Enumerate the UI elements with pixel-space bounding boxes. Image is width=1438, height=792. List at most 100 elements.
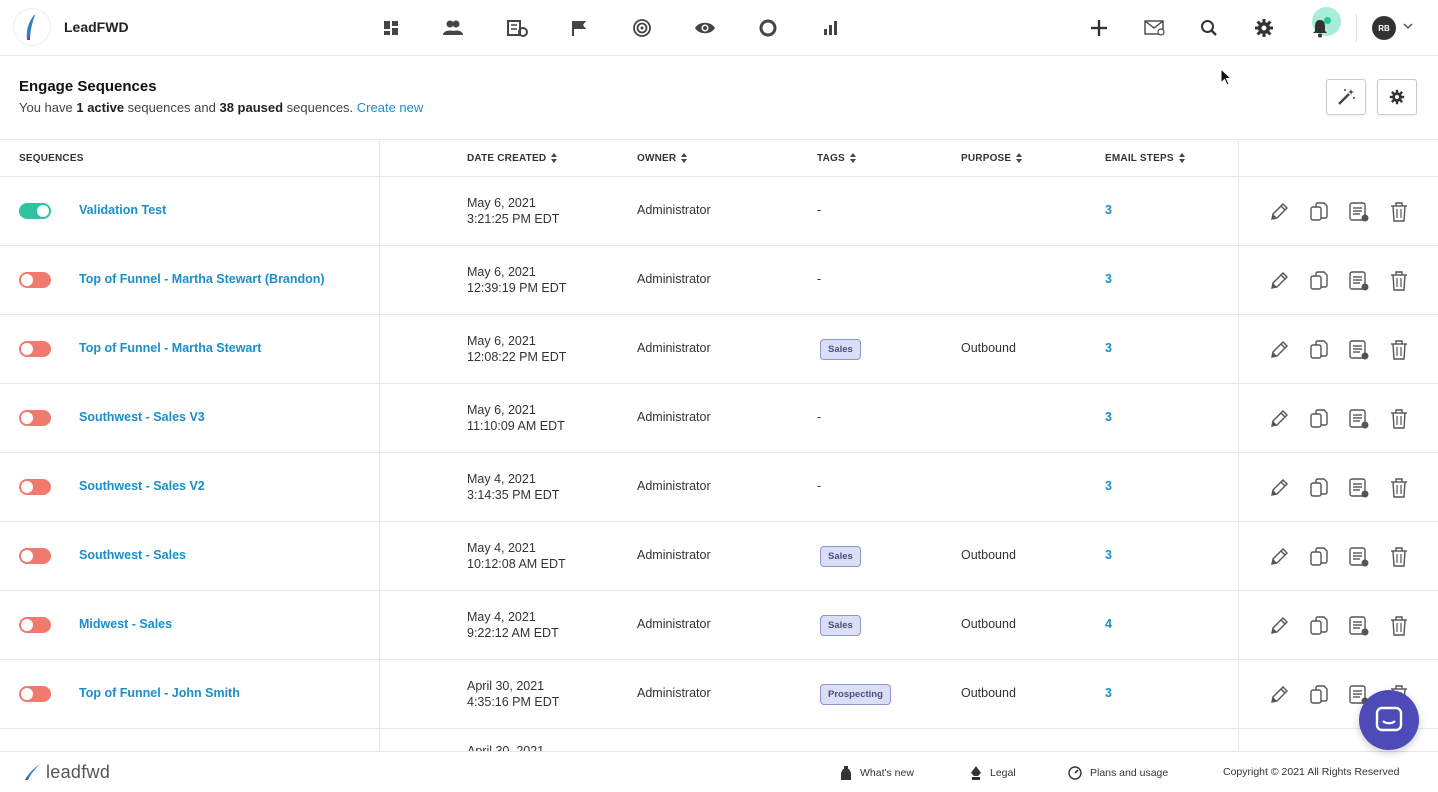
duplicate-copy-icon[interactable]	[1307, 338, 1331, 362]
sequence-name-link[interactable]: Southwest - Sales	[79, 548, 186, 562]
sequence-active-toggle[interactable]	[19, 686, 51, 702]
bell-icon[interactable]	[1308, 16, 1332, 40]
sequence-active-toggle[interactable]	[19, 272, 51, 288]
duplicate-copy-icon[interactable]	[1307, 683, 1331, 707]
duplicate-copy-icon[interactable]	[1307, 545, 1331, 569]
sequence-name-link[interactable]: Southwest - Sales V2	[79, 479, 205, 493]
sequence-name-link[interactable]: Validation Test	[79, 203, 166, 217]
delete-trash-icon[interactable]	[1387, 407, 1411, 431]
sort-icon[interactable]	[551, 153, 558, 163]
sort-icon[interactable]	[681, 153, 688, 163]
tag-badge: Sales	[820, 615, 861, 636]
duplicate-copy-icon[interactable]	[1307, 269, 1331, 293]
email-steps-link[interactable]: 3	[1105, 548, 1112, 562]
duplicate-copy-icon[interactable]	[1307, 476, 1331, 500]
delete-trash-icon[interactable]	[1387, 269, 1411, 293]
sequence-name-link[interactable]: Top of Funnel - John Smith	[79, 686, 240, 700]
email-steps-link[interactable]: 3	[1105, 686, 1112, 700]
column-header-tags[interactable]: TAGS	[817, 140, 856, 176]
toggle-knob	[21, 688, 33, 700]
delete-trash-icon[interactable]	[1387, 545, 1411, 569]
companies-icon[interactable]	[506, 16, 530, 40]
sequence-active-toggle[interactable]	[19, 617, 51, 633]
search-icon[interactable]	[1197, 16, 1221, 40]
create-new-link[interactable]: Create new	[357, 100, 423, 115]
tag-badge: Sales	[820, 339, 861, 360]
report-icon[interactable]	[1347, 476, 1371, 500]
edit-pencil-icon[interactable]	[1267, 476, 1291, 500]
sort-icon[interactable]	[1016, 153, 1023, 163]
eye-icon[interactable]	[693, 16, 717, 40]
sequence-active-toggle[interactable]	[19, 410, 51, 426]
column-header-owner[interactable]: OWNER	[637, 140, 688, 176]
bar-chart-icon[interactable]	[819, 16, 843, 40]
sort-icon[interactable]	[849, 153, 856, 163]
sequences-summary: You have 1 active sequences and 38 pause…	[19, 100, 423, 115]
bottle-icon	[841, 766, 851, 780]
table-row: Southwest - Sales May 4, 2021 10:12:08 AM …	[0, 522, 1438, 591]
date-created: May 6, 2021 3:21:25 PM EDT	[467, 195, 559, 227]
column-header-email-steps[interactable]: EMAIL STEPS	[1105, 140, 1185, 176]
sequence-name-link[interactable]: Southwest - Sales V3	[79, 410, 205, 424]
edit-pencil-icon[interactable]	[1267, 614, 1291, 638]
edit-pencil-icon[interactable]	[1267, 545, 1291, 569]
edit-pencil-icon[interactable]	[1267, 269, 1291, 293]
duplicate-copy-icon[interactable]	[1307, 200, 1331, 224]
sequence-name-link[interactable]: Midwest - Sales	[79, 617, 172, 631]
email-steps-link[interactable]: 3	[1105, 410, 1112, 424]
report-icon[interactable]	[1347, 407, 1371, 431]
toggle-knob	[21, 274, 33, 286]
chevron-down-icon[interactable]	[1402, 20, 1414, 32]
duplicate-copy-icon[interactable]	[1307, 614, 1331, 638]
email-steps-link[interactable]: 3	[1105, 272, 1112, 286]
time-value: 12:08:22 PM EDT	[467, 350, 567, 364]
sequence-active-toggle[interactable]	[19, 341, 51, 357]
legal-label: Legal	[990, 767, 1016, 779]
edit-pencil-icon[interactable]	[1267, 338, 1291, 362]
sort-icon[interactable]	[1178, 153, 1185, 163]
ring-icon[interactable]	[756, 16, 780, 40]
settings-gear-icon[interactable]	[1252, 16, 1276, 40]
flag-icon[interactable]	[567, 16, 591, 40]
delete-trash-icon[interactable]	[1387, 338, 1411, 362]
sequence-active-toggle[interactable]	[19, 548, 51, 564]
column-header-sequences[interactable]: SEQUENCES	[19, 140, 84, 176]
legal-link[interactable]: Legal	[970, 766, 1016, 780]
sequence-active-toggle[interactable]	[19, 479, 51, 495]
email-steps-link[interactable]: 4	[1105, 617, 1112, 631]
delete-trash-icon[interactable]	[1387, 614, 1411, 638]
chat-launcher-button[interactable]	[1359, 690, 1419, 750]
column-header-purpose[interactable]: PURPOSE	[961, 140, 1023, 176]
user-avatar[interactable]: RB	[1372, 16, 1396, 40]
delete-trash-icon[interactable]	[1387, 476, 1411, 500]
sequence-active-toggle[interactable]	[19, 203, 51, 219]
sequence-name-link[interactable]: Top of Funnel - Martha Stewart	[79, 341, 261, 355]
report-icon[interactable]	[1347, 200, 1371, 224]
edit-pencil-icon[interactable]	[1267, 407, 1291, 431]
email-steps-link[interactable]: 3	[1105, 479, 1112, 493]
email-steps-link[interactable]: 3	[1105, 203, 1112, 217]
report-icon[interactable]	[1347, 545, 1371, 569]
report-icon[interactable]	[1347, 614, 1371, 638]
duplicate-copy-icon[interactable]	[1307, 407, 1331, 431]
plans-usage-link[interactable]: Plans and usage	[1068, 766, 1168, 780]
add-icon[interactable]	[1087, 16, 1111, 40]
target-icon[interactable]	[630, 16, 654, 40]
whats-new-link[interactable]: What's new	[840, 766, 914, 780]
contacts-icon[interactable]	[441, 16, 465, 40]
report-icon[interactable]	[1347, 338, 1371, 362]
footer: leadfwd What's new Legal Plans and usage…	[0, 751, 1438, 792]
edit-pencil-icon[interactable]	[1267, 200, 1291, 224]
sequence-name-link[interactable]: Top of Funnel - Martha Stewart (Brandon)	[79, 272, 325, 286]
delete-trash-icon[interactable]	[1387, 200, 1411, 224]
edit-pencil-icon[interactable]	[1267, 683, 1291, 707]
mail-icon[interactable]	[1143, 16, 1167, 40]
date-created: May 4, 2021 3:14:35 PM EDT	[467, 471, 559, 503]
column-header-date-created[interactable]: DATE CREATED	[467, 140, 558, 176]
leadfwd-logo[interactable]	[14, 9, 50, 45]
dashboard-icon[interactable]	[379, 16, 403, 40]
report-icon[interactable]	[1347, 269, 1371, 293]
email-steps-link[interactable]: 3	[1105, 341, 1112, 355]
magic-wand-button[interactable]	[1326, 79, 1366, 115]
table-settings-button[interactable]	[1377, 79, 1417, 115]
